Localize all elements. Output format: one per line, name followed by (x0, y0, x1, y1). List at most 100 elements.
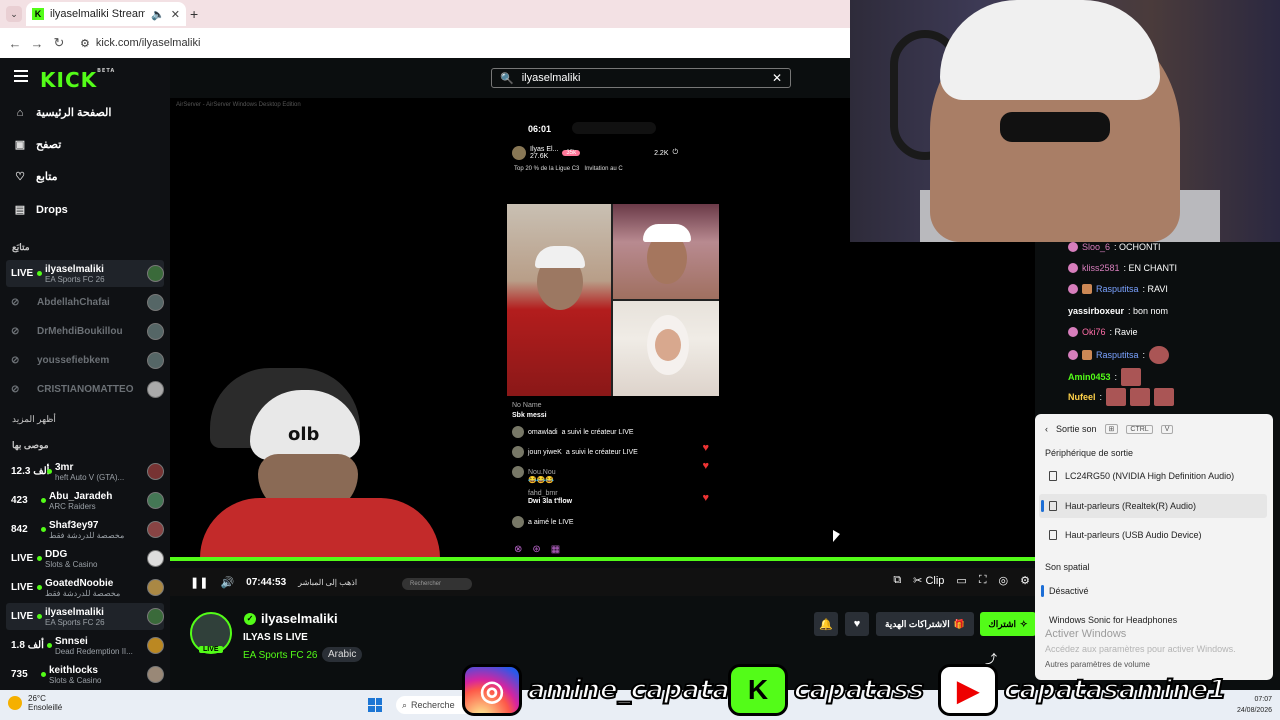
live-dot (41, 672, 46, 677)
chat-message: Amin0453: (1068, 368, 1142, 386)
avatar (147, 550, 164, 567)
cap-logo: olb (288, 424, 320, 445)
spatial-sound-heading: Son spatial (1045, 562, 1090, 572)
weather-widget[interactable]: 26°C Ensoleillé (8, 694, 62, 712)
avatar (512, 466, 524, 478)
temperature: 26°C (28, 694, 46, 703)
clear-search-icon[interactable]: ✕ (772, 71, 782, 85)
subscribe-button[interactable]: اشتراك ✧ (980, 612, 1036, 636)
following-channel[interactable]: LIVE ilyaselmaliki EA Sports FC 26 (6, 260, 164, 287)
gift-badge-icon (1082, 284, 1092, 294)
stream-category[interactable]: EA Sports FC 26 (243, 650, 317, 661)
avatar (147, 323, 164, 340)
theater-icon[interactable]: ▭ (956, 574, 966, 587)
channel-name: DDG (45, 548, 68, 560)
offline-icon: ⊘ (11, 326, 20, 337)
channel-live-badge: LIVE (199, 646, 223, 653)
clip-button[interactable]: ✂ Clip (913, 574, 944, 587)
following-channel[interactable]: ⊘ DrMehdiBoukillou (6, 318, 164, 345)
pause-icon[interactable]: ❚❚ (190, 576, 208, 589)
clip-icon: ✂ (913, 575, 923, 587)
following-channel[interactable]: ⊘ AbdellahChafai (6, 289, 164, 316)
webcam-hat (940, 0, 1160, 100)
recommended-channel[interactable]: 1.8 ألف Snnsei Dead Redemption II... (6, 632, 164, 659)
clock-date: 24/08/2026 (1236, 707, 1272, 714)
spatial-option[interactable]: Désactivé (1039, 579, 1267, 603)
show-more-link[interactable]: أظهر المزيد (12, 414, 56, 425)
address-bar: ← → ↻ ⚙ kick.com/ilyaselmaliki (0, 28, 850, 58)
following-channel[interactable]: ⊘ CRISTIANOMATTEO (6, 376, 164, 403)
comment-user: No Name (512, 402, 542, 409)
settings-icon[interactable]: ⚙ (1020, 574, 1030, 587)
forward-icon[interactable]: → (26, 36, 48, 51)
channel-name: DrMehdiBoukillou (37, 326, 123, 337)
nav-home[interactable]: ⌂ الصفحة الرئيسية (14, 106, 112, 120)
comment-user: joun yiweK (528, 448, 562, 456)
sub-badge-icon (1068, 284, 1078, 294)
audio-device-option[interactable]: Haut-parleurs (Realtek(R) Audio) (1039, 494, 1267, 518)
gift-icon: 🎁 (953, 618, 966, 629)
start-menu-icon[interactable] (368, 698, 382, 712)
menu-icon[interactable] (14, 70, 28, 82)
channel-name: CRISTIANOMATTEO (37, 384, 134, 395)
audio-device-option[interactable]: LC24RG50 (NVIDIA High Definition Audio) (1039, 464, 1267, 488)
nav-drops[interactable]: ▤ Drops (14, 203, 68, 217)
following-channel[interactable]: ⊘ youssefiebkem (6, 347, 164, 374)
reload-icon[interactable]: ↻ (48, 35, 70, 51)
search-input[interactable]: 🔍 ilyaselmaliki ✕ (491, 68, 791, 88)
new-tab-button[interactable]: + (190, 6, 198, 22)
follow-button[interactable]: ♥ (845, 612, 869, 636)
site-info-icon[interactable]: ⚙ (80, 37, 90, 50)
tab-audio-icon[interactable]: 🔈 (151, 8, 165, 21)
comment: fahd_bmr (528, 490, 558, 497)
nav-following-label: متابع (36, 171, 58, 183)
recommended-channel[interactable]: 735 keithlocks Slots & Casino (6, 661, 164, 688)
recommended-channel[interactable]: LIVE GoatedNoobie مخصصة للدردشة فقط (6, 574, 164, 601)
channel-game: Slots & Casino (49, 675, 102, 685)
recommended-channel[interactable]: LIVE DDG Slots & Casino (6, 545, 164, 572)
channel-name-heading[interactable]: ✓ ilyaselmaliki (244, 611, 338, 626)
tab-list-button[interactable]: ⌄ (6, 6, 22, 22)
go-live-button[interactable]: اذهب إلى المباشر (298, 578, 357, 587)
notification-button[interactable]: 🔔 (814, 612, 838, 636)
kick-favicon-icon: K (32, 8, 44, 20)
fullscreen-icon[interactable]: ⛶ (979, 574, 987, 587)
guest-tile (613, 204, 719, 299)
chat-text: : Ravie (1109, 327, 1138, 337)
bell-icon: 🔔 (819, 618, 833, 631)
kick-handle-overlay: K capatass (728, 664, 925, 716)
back-icon[interactable]: ← (4, 36, 26, 51)
recommended-channel[interactable]: 842 Shaf3ey97 مخصصة للدردشة فقط (6, 516, 164, 543)
pip-icon[interactable]: ⧉ (893, 574, 901, 587)
gift-subs-button[interactable]: الاشتراكات الهدية 🎁 (876, 612, 974, 636)
volume-icon[interactable]: 🔊 (220, 576, 234, 589)
browser-tab-strip: ⌄ K ilyaselmaliki Stream - Watch 🔈 ✕ + (0, 0, 850, 28)
nav-browse[interactable]: ▣ تصفح (14, 138, 61, 151)
taskbar-clock[interactable]: 07:07 24/08/2026 (1237, 694, 1272, 716)
recommended-channel[interactable]: 423 Abu_Jaradeh ARC Raiders (6, 487, 164, 514)
stream-title: ILYAS IS LIVE (243, 632, 308, 643)
star-icon: ✧ (1020, 618, 1028, 629)
quality-icon[interactable]: ◎ (999, 574, 1009, 587)
recommended-channel[interactable]: LIVE ilyaselmaliki EA Sports FC 26 (6, 603, 164, 630)
likes-badge: 35k (562, 150, 581, 156)
channel-game: Dead Redemption II... (55, 646, 133, 656)
channel-info: ilyaselmaliki EA Sports FC 26 (45, 607, 147, 627)
live-dot (37, 585, 42, 590)
live-progress-bar[interactable] (170, 557, 1035, 561)
youtube-handle-overlay: ▶ capatasamine1 (938, 664, 1227, 716)
audio-device-option[interactable]: Haut-parleurs (USB Audio Device) (1039, 523, 1267, 547)
url-field[interactable]: ⚙ kick.com/ilyaselmaliki (80, 37, 200, 50)
channel-name: 3mr (55, 461, 74, 473)
chat-message: Rasputitsa: RAVI (1068, 284, 1168, 294)
language-tag[interactable]: Arabic (322, 647, 363, 662)
recommended-channel[interactable]: 12.3 ألف 3mr heft Auto V (GTA)... (6, 458, 164, 485)
browser-tab[interactable]: K ilyaselmaliki Stream - Watch 🔈 ✕ (26, 2, 186, 26)
player-controls: ❚❚ 🔊 07:44:53 اذهب إلى المباشر Recherche… (170, 568, 1040, 596)
back-icon[interactable]: ‹ (1045, 424, 1048, 434)
sub-badge-icon (1068, 327, 1078, 337)
nav-following[interactable]: ♡ متابع (14, 170, 57, 183)
kick-logo[interactable]: KICKBETA (40, 68, 115, 92)
close-tab-icon[interactable]: ✕ (171, 8, 180, 21)
subscribe-label: اشتراك (988, 618, 1017, 629)
